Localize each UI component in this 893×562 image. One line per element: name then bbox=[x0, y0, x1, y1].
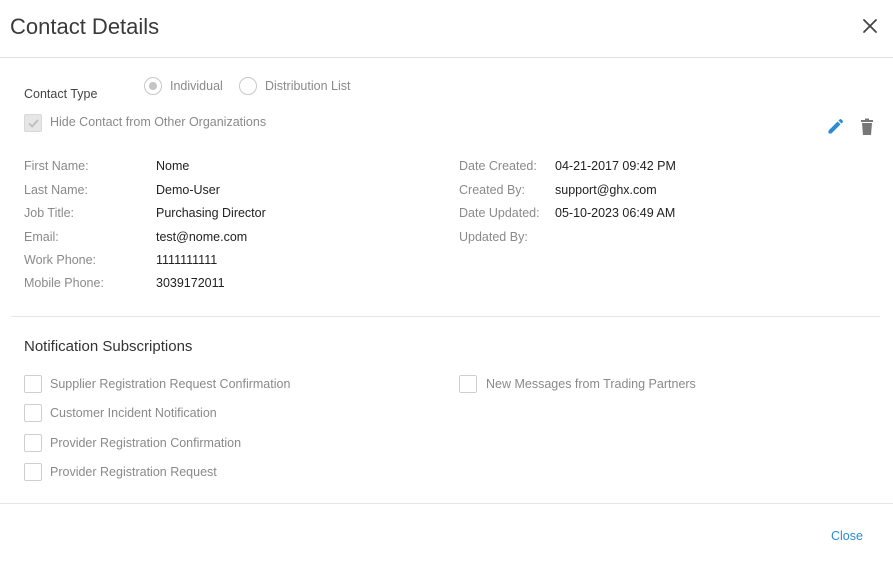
provider-registration-request-label: Provider Registration Request bbox=[50, 465, 217, 479]
supplier-registration-confirmation-label: Supplier Registration Request Confirmati… bbox=[50, 377, 291, 391]
work-phone-value: 1111111111 bbox=[156, 253, 218, 267]
close-icon[interactable] bbox=[861, 17, 879, 35]
radio-individual-label: Individual bbox=[170, 79, 223, 93]
created-by-value: support@ghx.com bbox=[555, 183, 657, 197]
job-title-value: Purchasing Director bbox=[156, 206, 266, 220]
customer-incident-notification-checkbox[interactable] bbox=[24, 404, 42, 422]
provider-registration-confirmation-checkbox[interactable] bbox=[24, 434, 42, 452]
section-divider bbox=[11, 316, 880, 317]
hide-contact-checkbox[interactable] bbox=[24, 114, 42, 132]
updated-by-label: Updated By: bbox=[459, 230, 528, 244]
contact-type-label: Contact Type bbox=[24, 87, 98, 101]
email-label: Email: bbox=[24, 230, 59, 244]
dialog-title: Contact Details bbox=[10, 14, 160, 39]
new-messages-trading-partners-label: New Messages from Trading Partners bbox=[486, 377, 696, 391]
provider-registration-request-checkbox[interactable] bbox=[24, 463, 42, 481]
work-phone-label: Work Phone: bbox=[24, 253, 97, 267]
date-created-label: Date Created: bbox=[459, 159, 537, 173]
dialog-header: Contact Details bbox=[0, 0, 893, 58]
radio-individual[interactable] bbox=[144, 77, 162, 95]
close-button[interactable]: Close bbox=[831, 529, 863, 543]
last-name-label: Last Name: bbox=[24, 183, 88, 197]
last-name-value: Demo-User bbox=[156, 183, 220, 197]
radio-distribution-list[interactable] bbox=[239, 77, 257, 95]
checkmark-icon bbox=[27, 118, 39, 128]
first-name-label: First Name: bbox=[24, 159, 89, 173]
email-value: test@nome.com bbox=[156, 230, 248, 244]
date-created-value: 04-21-2017 09:42 PM bbox=[555, 159, 676, 173]
date-updated-label: Date Updated: bbox=[459, 206, 540, 220]
mobile-phone-value: 3039172011 bbox=[156, 276, 225, 290]
footer-divider bbox=[0, 503, 893, 504]
created-by-label: Created By: bbox=[459, 183, 526, 197]
provider-registration-confirmation-label: Provider Registration Confirmation bbox=[50, 436, 242, 450]
mobile-phone-label: Mobile Phone: bbox=[24, 276, 104, 290]
job-title-label: Job Title: bbox=[24, 206, 75, 220]
date-updated-value: 05-10-2023 06:49 AM bbox=[555, 206, 676, 220]
supplier-registration-confirmation-checkbox[interactable] bbox=[24, 375, 42, 393]
radio-distribution-list-label: Distribution List bbox=[265, 79, 351, 93]
customer-incident-notification-label: Customer Incident Notification bbox=[50, 406, 217, 420]
pencil-icon[interactable] bbox=[826, 118, 844, 136]
first-name-value: Nome bbox=[156, 159, 190, 173]
new-messages-trading-partners-checkbox[interactable] bbox=[459, 375, 477, 393]
trash-icon[interactable] bbox=[859, 118, 875, 136]
notification-subscriptions-title: Notification Subscriptions bbox=[24, 338, 193, 355]
hide-contact-label: Hide Contact from Other Organizations bbox=[50, 115, 267, 129]
